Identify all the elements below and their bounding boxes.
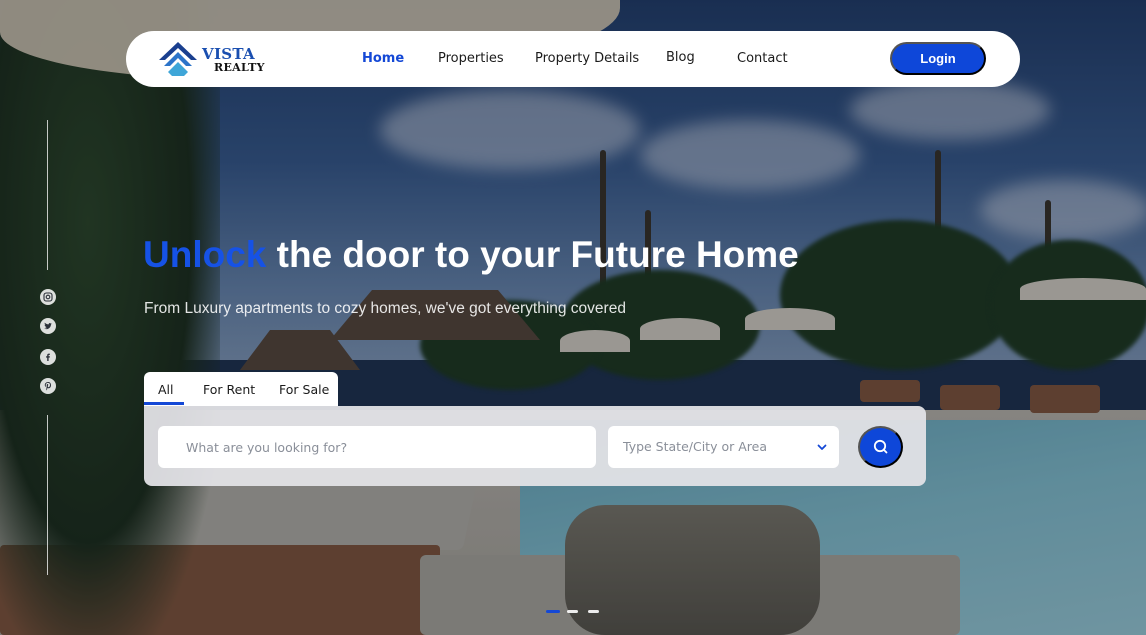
tab-for-sale[interactable]: For Sale bbox=[279, 382, 329, 397]
nav-link-property-details[interactable]: Property Details bbox=[535, 51, 639, 66]
nav-link-properties[interactable]: Properties bbox=[438, 51, 504, 66]
search-input[interactable] bbox=[158, 426, 596, 468]
chevron-down-icon bbox=[817, 444, 827, 450]
hero-subheadline: From Luxury apartments to cozy homes, we… bbox=[144, 300, 626, 317]
brand-name-sub: Realty bbox=[214, 61, 265, 74]
slider-dot-2[interactable] bbox=[567, 610, 578, 613]
tab-for-rent[interactable]: For Rent bbox=[203, 382, 255, 397]
navbar: Vista Realty Home Properties Property De… bbox=[126, 31, 1020, 87]
hero-headline-accent: Unlock bbox=[143, 234, 267, 275]
nav-link-contact[interactable]: Contact bbox=[737, 51, 788, 66]
search-tabs: All For Rent For Sale bbox=[144, 372, 338, 406]
location-select[interactable]: Type State/City or Area bbox=[608, 426, 839, 468]
nav-link-home[interactable]: Home bbox=[362, 51, 404, 66]
pinterest-icon[interactable] bbox=[40, 378, 56, 394]
active-tab-indicator bbox=[144, 402, 184, 405]
tab-all[interactable]: All bbox=[158, 382, 174, 397]
instagram-icon[interactable] bbox=[40, 289, 56, 305]
slider-dot-1[interactable] bbox=[546, 610, 560, 613]
search-panel: Type State/City or Area bbox=[144, 406, 926, 486]
login-button[interactable]: Login bbox=[890, 42, 986, 75]
slider-dot-3[interactable] bbox=[588, 610, 599, 613]
nav-link-blog[interactable]: Blog bbox=[666, 50, 695, 65]
twitter-icon[interactable] bbox=[40, 318, 56, 334]
location-placeholder: Type State/City or Area bbox=[623, 439, 767, 454]
brand-logo[interactable]: Vista Realty bbox=[158, 40, 268, 78]
house-logo-icon bbox=[159, 42, 197, 76]
search-button[interactable] bbox=[858, 426, 903, 468]
hero-headline: Unlock the door to your Future Home bbox=[143, 234, 799, 276]
hero-headline-rest: the door to your Future Home bbox=[266, 234, 799, 275]
search-icon bbox=[873, 439, 887, 454]
rail-divider-bottom bbox=[47, 415, 48, 575]
rail-divider-top bbox=[47, 120, 48, 270]
facebook-icon[interactable] bbox=[40, 349, 56, 365]
